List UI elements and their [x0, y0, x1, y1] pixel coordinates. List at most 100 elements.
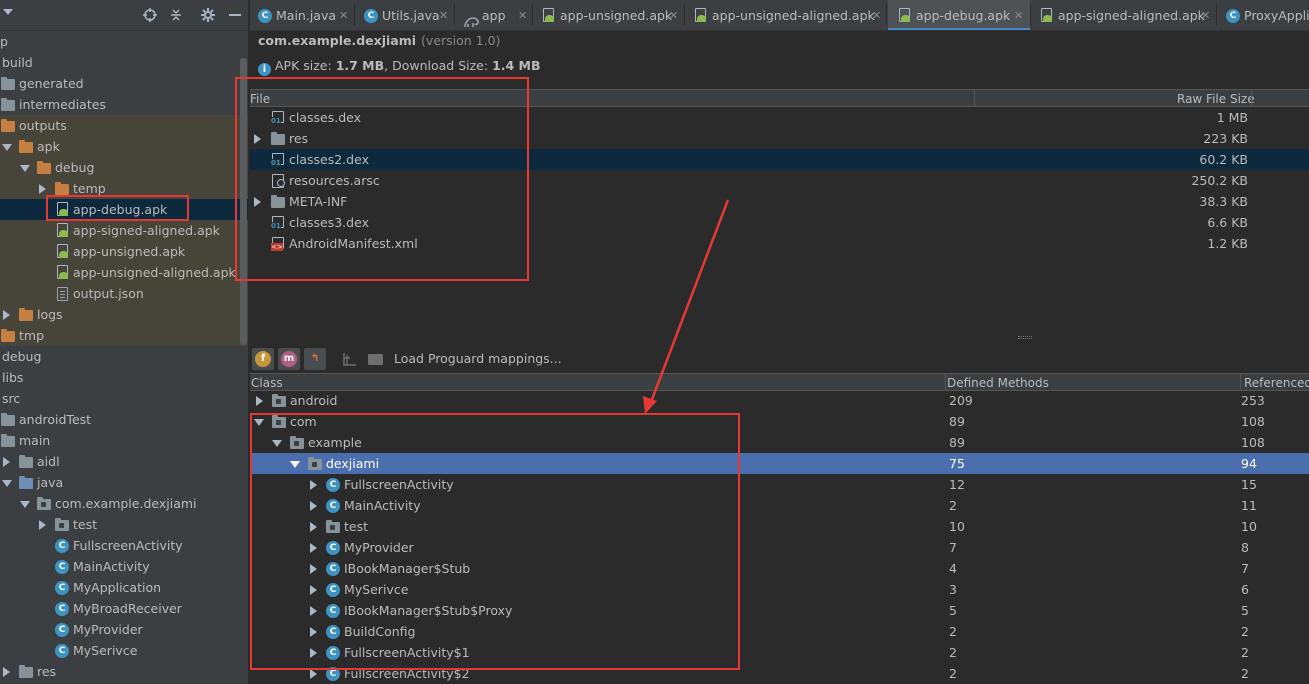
class-row-fullscreenactivity[interactable]: C FullscreenActivity 12 15: [250, 474, 1309, 495]
close-icon[interactable]: ✕: [439, 0, 448, 30]
tab-utils-java[interactable]: C Utils.java ✕: [356, 0, 454, 30]
tree-item-intermediates[interactable]: intermediates: [0, 94, 248, 115]
tree-item-src[interactable]: src: [0, 388, 248, 409]
chevron-right-icon[interactable]: [310, 564, 317, 574]
tree-item-app-debug-apk[interactable]: app-debug.apk: [0, 199, 248, 220]
tree-item-debug[interactable]: debug: [0, 157, 248, 178]
tree-item-mainactivity[interactable]: C MainActivity: [0, 556, 248, 577]
chevron-down-icon[interactable]: [272, 440, 282, 447]
tab-proxyapplication[interactable]: C ProxyAppli: [1218, 0, 1309, 30]
chevron-right-icon[interactable]: [310, 669, 317, 679]
tree-item-java[interactable]: java: [0, 472, 248, 493]
dropdown-caret-icon[interactable]: [3, 9, 13, 15]
tree-item-logs[interactable]: logs: [0, 304, 248, 325]
tree-item-build[interactable]: build: [0, 52, 248, 73]
tab-app-unsigned-aligned-apk[interactable]: app-unsigned-aligned.apk ✕: [686, 0, 886, 30]
chevron-right-icon[interactable]: [310, 522, 317, 532]
scrollbar-thumb[interactable]: [240, 58, 247, 345]
class-row-test[interactable]: test 10 10: [250, 516, 1309, 537]
locate-icon[interactable]: [141, 6, 159, 24]
column-header-class[interactable]: Class: [251, 374, 283, 391]
chevron-down-icon[interactable]: [2, 144, 12, 151]
class-row-myprovider[interactable]: C MyProvider 7 8: [250, 537, 1309, 558]
class-row-fullscreenactivity-2[interactable]: C FullscreenActivity$2 2 2: [250, 663, 1309, 684]
tree-item-tmp[interactable]: tmp: [0, 325, 248, 346]
chevron-right-icon[interactable]: [310, 543, 317, 553]
tree-item-myprovider[interactable]: C MyProvider: [0, 619, 248, 640]
collapse-all-icon[interactable]: [167, 6, 185, 24]
tree-item-p[interactable]: p: [0, 31, 248, 52]
chevron-down-icon[interactable]: [290, 461, 300, 468]
file-row-classes2-dex[interactable]: classes2.dex 60.2 KB: [250, 149, 1309, 170]
gear-icon[interactable]: [199, 6, 217, 24]
chevron-right-icon[interactable]: [254, 197, 261, 207]
tree-item-generated[interactable]: generated: [0, 73, 248, 94]
chevron-right-icon[interactable]: [39, 520, 46, 530]
tree-view-icon[interactable]: [342, 351, 358, 370]
close-icon[interactable]: ✕: [669, 0, 678, 30]
close-icon[interactable]: ✕: [872, 0, 881, 30]
chevron-right-icon[interactable]: [3, 457, 10, 467]
chevron-right-icon[interactable]: [256, 396, 263, 406]
class-row-example[interactable]: example 89 108: [250, 432, 1309, 453]
tree-item-app-unsigned-apk[interactable]: app-unsigned.apk: [0, 241, 248, 262]
chevron-down-icon[interactable]: [20, 165, 30, 172]
show-fields-button[interactable]: f: [252, 348, 274, 370]
file-row-res[interactable]: res 223 KB: [250, 128, 1309, 149]
panel-splitter[interactable]: [250, 333, 1309, 343]
tree-item-myserivce[interactable]: C MySerivce: [0, 640, 248, 661]
show-methods-button[interactable]: m: [278, 348, 300, 370]
chevron-right-icon[interactable]: [310, 648, 317, 658]
class-row-fullscreenactivity-1[interactable]: C FullscreenActivity$1 2 2: [250, 642, 1309, 663]
column-header-referenced[interactable]: Referenced: [1244, 374, 1309, 391]
chevron-right-icon[interactable]: [3, 667, 10, 677]
chevron-right-icon[interactable]: [39, 184, 46, 194]
tab-app-debug-apk[interactable]: app-debug.apk ✕: [888, 0, 1030, 30]
column-header-file[interactable]: File: [250, 90, 270, 107]
chevron-right-icon[interactable]: [254, 134, 261, 144]
file-row-resources-arsc[interactable]: resources.arsc 250.2 KB: [250, 170, 1309, 191]
file-row-classes-dex[interactable]: classes.dex 1 MB: [250, 107, 1309, 128]
tab-main-java[interactable]: C Main.java ✕: [250, 0, 354, 30]
file-row-androidmanifest[interactable]: AndroidManifest.xml 1.2 KB: [250, 233, 1309, 254]
tree-item-apk[interactable]: apk: [0, 136, 248, 157]
chevron-right-icon[interactable]: [3, 310, 10, 320]
tab-app[interactable]: app ✕: [456, 0, 532, 30]
minimize-icon[interactable]: [226, 6, 244, 24]
chevron-right-icon[interactable]: [310, 501, 317, 511]
class-row-ibookmanager-stub[interactable]: C IBookManager$Stub 4 7: [250, 558, 1309, 579]
tree-item-myapplication[interactable]: C MyApplication: [0, 577, 248, 598]
class-row-ibookmanager-stub-proxy[interactable]: C IBookManager$Stub$Proxy 5 5: [250, 600, 1309, 621]
class-row-myserivce[interactable]: C MySerivce 3 6: [250, 579, 1309, 600]
file-row-meta-inf[interactable]: META-INF 38.3 KB: [250, 191, 1309, 212]
load-proguard-mappings-button[interactable]: Load Proguard mappings...: [394, 345, 562, 373]
chevron-right-icon[interactable]: [310, 480, 317, 490]
tab-app-signed-aligned-apk[interactable]: app-signed-aligned.apk ✕: [1032, 0, 1216, 30]
class-row-buildconfig[interactable]: C BuildConfig 2 2: [250, 621, 1309, 642]
class-row-com[interactable]: com 89 108: [250, 411, 1309, 432]
column-header-defined-methods[interactable]: Defined Methods: [947, 374, 1049, 391]
tree-item-package-dexjiami[interactable]: com.example.dexjiami: [0, 493, 248, 514]
tree-item-res[interactable]: res: [0, 661, 248, 682]
close-icon[interactable]: ✕: [518, 0, 527, 30]
chevron-right-icon[interactable]: [310, 606, 317, 616]
tree-item-app-unsigned-aligned-apk[interactable]: app-unsigned-aligned.apk: [0, 262, 248, 283]
show-references-button[interactable]: ↰: [304, 348, 326, 370]
close-icon[interactable]: ✕: [1201, 0, 1210, 30]
close-icon[interactable]: ✕: [1014, 0, 1023, 30]
chevron-down-icon[interactable]: [2, 480, 12, 487]
chevron-right-icon[interactable]: [310, 585, 317, 595]
tree-item-mybroadreceiver[interactable]: C MyBroadReceiver: [0, 598, 248, 619]
tree-item-libs[interactable]: libs: [0, 367, 248, 388]
chevron-right-icon[interactable]: [310, 627, 317, 637]
tree-item-app-signed-aligned-apk[interactable]: app-signed-aligned.apk: [0, 220, 248, 241]
chevron-down-icon[interactable]: [20, 501, 30, 508]
file-row-classes3-dex[interactable]: classes3.dex 6.6 KB: [250, 212, 1309, 233]
class-row-android[interactable]: android 209 253: [250, 390, 1309, 411]
class-row-dexjiami[interactable]: dexjiami 75 94: [250, 453, 1309, 474]
tree-item-main[interactable]: main: [0, 430, 248, 451]
tree-item-temp[interactable]: temp: [0, 178, 248, 199]
tree-item-fullscreenactivity[interactable]: C FullscreenActivity: [0, 535, 248, 556]
tree-item-aidl[interactable]: aidl: [0, 451, 248, 472]
column-header-raw-size[interactable]: Raw File Size: [1177, 90, 1255, 107]
